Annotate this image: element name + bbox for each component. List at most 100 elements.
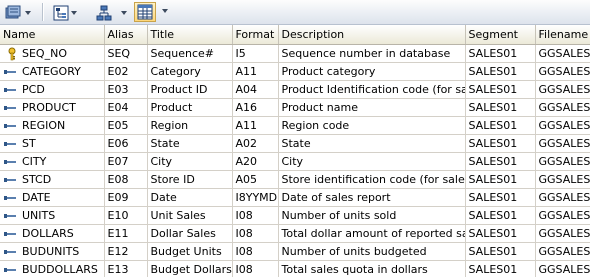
cell-filename: GGSALES: [535, 188, 590, 207]
column-header-filename[interactable]: Filename: [535, 25, 590, 45]
field-name-label: STCD: [22, 172, 52, 186]
cell-name: SEQ_NO: [0, 44, 105, 63]
field-icon: [4, 105, 16, 110]
cell-name: PCD: [0, 80, 105, 99]
column-header-format[interactable]: Format: [232, 25, 279, 45]
cell-segment: SALES01: [465, 260, 536, 277]
table-row[interactable]: PRODUCT E04 Product A16 Product name SALES01 G…: [0, 98, 590, 117]
cell-filename: GGSALES: [535, 152, 590, 171]
options-button[interactable]: [2, 2, 34, 22]
table-row[interactable]: SEQ_NO SEQ Sequence# I5 Sequence number in d…: [0, 44, 590, 63]
cell-name: CATEGORY: [0, 62, 105, 81]
field-icon: [4, 141, 16, 146]
cell-filename: GGSALES: [535, 224, 590, 243]
cell-alias: E02: [104, 62, 148, 81]
cell-alias: E08: [104, 170, 148, 189]
cell-description: Total dollar amount of reported sales: [278, 224, 466, 243]
table-row[interactable]: STCD E08 Store ID A05 Store identification c…: [0, 170, 590, 189]
cell-filename: GGSALES: [535, 242, 590, 261]
grid-view-icon: [137, 4, 153, 20]
field-icon: [4, 213, 16, 218]
cell-alias: E06: [104, 134, 148, 153]
table-row[interactable]: PCD E03 Product ID A04 Product Identificatio…: [0, 80, 590, 99]
cell-title: Store ID: [147, 170, 233, 189]
cell-name: ST: [0, 134, 105, 153]
table-row[interactable]: CITY E07 City A20 City SALES01 GGSALES: [0, 152, 590, 171]
grid-view-dropdown-arrow[interactable]: [162, 9, 168, 13]
hierarchy-dropdown-arrow[interactable]: [71, 11, 77, 15]
cell-name: PRODUCT: [0, 98, 105, 117]
column-header-alias[interactable]: Alias: [104, 25, 148, 45]
cell-name: DOLLARS: [0, 224, 105, 243]
header-row: Name Alias Title Format Description Segm…: [0, 25, 590, 45]
cell-alias: E07: [104, 152, 148, 171]
table-row[interactable]: BUDDOLLARS E13 Budget Dollars I08 Total sale…: [0, 260, 590, 277]
cell-filename: GGSALES: [535, 62, 590, 81]
column-header-segment[interactable]: Segment: [465, 25, 536, 45]
table-row[interactable]: CATEGORY E02 Category A11 Product category SA…: [0, 62, 590, 81]
cell-title: Budget Units: [147, 242, 233, 261]
cell-alias: E05: [104, 116, 148, 135]
cell-segment: SALES01: [465, 98, 536, 117]
table-row[interactable]: REGION E05 Region A11 Region code SALES01 GGSA…: [0, 116, 590, 135]
cell-format: A02: [232, 134, 279, 153]
field-icon: [4, 267, 16, 272]
cell-title: Dollar Sales: [147, 224, 233, 243]
cell-title: Budget Dollars: [147, 260, 233, 277]
cell-title: Unit Sales: [147, 206, 233, 225]
field-name-label: CATEGORY: [22, 64, 81, 78]
table-row[interactable]: DATE E09 Date I8YYMD Date of sales report SAL…: [0, 188, 590, 207]
cell-description: Store identification code (for sale): [278, 170, 466, 189]
cell-description: Total sales quota in dollars: [278, 260, 466, 277]
cell-description: Product name: [278, 98, 466, 117]
cell-name: STCD: [0, 170, 105, 189]
cell-format: A11: [232, 116, 279, 135]
column-header-description[interactable]: Description: [278, 25, 466, 45]
hierarchy-icon: [53, 5, 69, 21]
cell-name: REGION: [0, 116, 105, 135]
relations-button[interactable]: [94, 2, 130, 22]
table-row[interactable]: DOLLARS E11 Dollar Sales I08 Total dollar am…: [0, 224, 590, 243]
column-header-title[interactable]: Title: [147, 25, 233, 45]
field-name-label: BUDUNITS: [22, 244, 80, 258]
table-row[interactable]: BUDUNITS E12 Budget Units I08 Number of unit…: [0, 242, 590, 261]
cell-title: City: [147, 152, 233, 171]
field-icon: [4, 177, 16, 182]
field-name-label: ST: [22, 136, 36, 150]
table-row[interactable]: UNITS E10 Unit Sales I08 Number of units sol…: [0, 206, 590, 225]
cell-segment: SALES01: [465, 44, 536, 63]
field-list-window: Name Alias Title Format Description Segm…: [0, 0, 590, 277]
cell-title: Sequence#: [147, 44, 233, 63]
cell-segment: SALES01: [465, 116, 536, 135]
cell-description: Region code: [278, 116, 466, 135]
cell-segment: SALES01: [465, 206, 536, 225]
cell-description: State: [278, 134, 466, 153]
cell-description: Number of units budgeted: [278, 242, 466, 261]
field-name-label: PRODUCT: [22, 100, 76, 114]
cell-name: BUDUNITS: [0, 242, 105, 261]
cell-format: I08: [232, 260, 279, 277]
field-name-label: UNITS: [22, 208, 56, 222]
cell-segment: SALES01: [465, 242, 536, 261]
hierarchy-button[interactable]: [50, 2, 78, 22]
cell-title: Region: [147, 116, 233, 135]
grid-view-button[interactable]: [134, 2, 156, 22]
cell-description: City: [278, 152, 466, 171]
cell-segment: SALES01: [465, 62, 536, 81]
cell-filename: GGSALES: [535, 116, 590, 135]
field-name-label: DATE: [22, 190, 51, 204]
cell-format: A04: [232, 80, 279, 99]
cell-name: DATE: [0, 188, 105, 207]
cell-segment: SALES01: [465, 224, 536, 243]
cell-description: Sequence number in database: [278, 44, 466, 63]
cell-filename: GGSALES: [535, 44, 590, 63]
cell-title: Product ID: [147, 80, 233, 99]
cell-alias: E09: [104, 188, 148, 207]
cell-name: BUDDOLLARS: [0, 260, 105, 277]
relations-dropdown-arrow[interactable]: [121, 11, 127, 15]
options-dropdown-arrow[interactable]: [25, 11, 31, 15]
field-name-label: DOLLARS: [22, 226, 74, 240]
column-header-name[interactable]: Name: [0, 25, 105, 45]
field-table: Name Alias Title Format Description Segm…: [0, 25, 590, 277]
table-row[interactable]: ST E06 State A02 State SALES01 GGSALES: [0, 134, 590, 153]
